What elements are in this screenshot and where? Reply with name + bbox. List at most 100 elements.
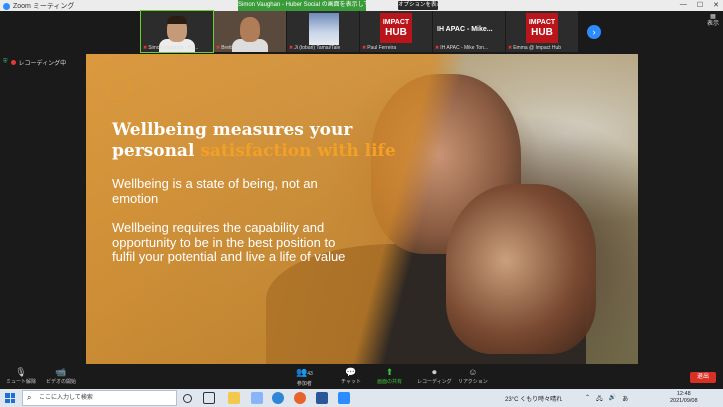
participant-name: ✖IH APAC - Mike Ton... xyxy=(435,45,503,51)
recording-icon xyxy=(10,60,16,65)
participant-tile[interactable]: ✖Brett Mail/Tel ... xyxy=(214,11,286,52)
clock-date: 2021/09/08 xyxy=(670,398,698,404)
cortana-icon[interactable] xyxy=(183,394,192,403)
window-controls: — ☐ ✕ xyxy=(680,1,719,9)
logo-line1: IMPACT xyxy=(528,19,556,26)
chevron-right-icon[interactable]: › xyxy=(587,25,601,39)
headline-highlight: satisfaction with life xyxy=(200,141,396,161)
mic-muted-icon: ✖ xyxy=(289,45,294,51)
participant-name-text: Simon Vaughan - Hu... xyxy=(148,45,199,51)
impact-hub-logo: IMPACT HUB xyxy=(526,13,558,43)
weather-widget[interactable]: 23°C くもり時々晴れ xyxy=(505,394,562,403)
shared-screen-slide: Wellbeing measures your personal satisfa… xyxy=(86,54,638,364)
view-options-button[interactable]: オプションを表示 xyxy=(398,1,438,10)
participant-tile[interactable]: ✖Ji (tobari) Tamai/Tale xyxy=(287,11,359,52)
maximize-button[interactable]: ☐ xyxy=(697,1,703,9)
chat-icon: 💬 xyxy=(345,367,357,377)
record-label: レコーディング xyxy=(417,379,452,385)
minimize-button[interactable]: — xyxy=(680,1,687,9)
mic-muted-icon: ✖ xyxy=(435,45,440,51)
taskbar-clock[interactable]: 12:48 2021/09/08 xyxy=(670,391,698,405)
participant-name-text: Emma @ Impact Hub xyxy=(513,45,562,51)
participant-name: ✖Simon Vaughan - Hu... xyxy=(143,45,211,51)
app-title: Zoom ミーティング xyxy=(3,1,74,11)
participant-tile[interactable]: IMPACT HUB ✖Emma @ Impact Hub xyxy=(506,11,578,52)
participant-tile[interactable]: ✖Simon Vaughan - Hu... xyxy=(140,10,214,53)
chat-button[interactable]: 💬 チャット xyxy=(341,367,361,385)
video-off-icon: 📹 xyxy=(55,367,67,377)
close-button[interactable]: ✕ xyxy=(713,1,719,9)
edge-icon[interactable] xyxy=(272,392,284,404)
participant-video xyxy=(240,17,260,42)
participant-tile[interactable]: IMPACT HUB ✖Paul Ferreira xyxy=(360,11,432,52)
meeting-toolbar: 🎙 ミュート解除 📹 ビデオの開始 👥43 参加者 💬 チャット ⬆ 画面の共有 ⏺ レコー… xyxy=(0,364,723,389)
start-video-button[interactable]: 📹 ビデオの開始 xyxy=(46,367,76,385)
clock-time: 12:48 xyxy=(676,391,691,397)
grid-icon: ▦ xyxy=(710,14,716,20)
slide-headline: Wellbeing measures your personal satisfa… xyxy=(112,120,412,162)
search-placeholder: ここに入力して検索 xyxy=(39,395,93,401)
orange-overlay xyxy=(86,54,638,364)
participant-display-name: IH APAC - Mike... xyxy=(437,26,493,33)
participant-name: ✖Emma @ Impact Hub xyxy=(508,45,576,51)
zoom-app-icon[interactable] xyxy=(338,392,350,404)
firefox-icon[interactable] xyxy=(294,392,306,404)
view-button[interactable]: ▦ 表示 xyxy=(707,14,719,28)
participant-strip: ✖Simon Vaughan - Hu... ✖Brett Mail/Tel .… xyxy=(0,10,723,54)
ime-icon[interactable]: あ xyxy=(622,394,628,404)
recording-label: レコーディング中 xyxy=(18,61,67,67)
window-titlebar: Zoom ミーティング Simon Vaughan - Huber Social… xyxy=(0,0,723,11)
mic-muted-icon: ✖ xyxy=(216,45,221,51)
circle-logo-icon xyxy=(106,76,130,100)
mic-muted-icon: ✖ xyxy=(143,45,148,51)
participant-video xyxy=(309,13,339,45)
logo-line2: HUB xyxy=(531,27,553,38)
task-view-icon[interactable] xyxy=(203,392,215,404)
start-video-label: ビデオの開始 xyxy=(46,379,77,385)
share-screen-button[interactable]: ⬆ 画面の共有 xyxy=(377,367,402,385)
zoom-logo-icon xyxy=(3,2,10,10)
microphone-muted-icon: 🎙 xyxy=(15,367,27,377)
logo-line2: HUB xyxy=(385,27,407,38)
record-icon: ⏺ xyxy=(432,367,437,377)
record-button[interactable]: ⏺ レコーディング xyxy=(417,367,452,385)
share-screen-icon: ⬆ xyxy=(385,367,394,377)
search-icon: ⌕ xyxy=(27,393,32,402)
smiley-icon: ☺ xyxy=(468,367,478,377)
slide-paragraph-2: Wellbeing requires the capability and op… xyxy=(112,220,346,264)
participant-name: ✖Ji (tobari) Tamai/Tale xyxy=(289,45,357,51)
shield-icon[interactable]: ⛨ xyxy=(3,59,8,66)
impact-hub-logo: IMPACT HUB xyxy=(380,13,412,43)
participant-tile[interactable]: IH APAC - Mike... ✖IH APAC - Mike Ton... xyxy=(433,11,505,52)
share-screen-label: 画面の共有 xyxy=(377,379,403,385)
slide-paragraph-1: Wellbeing is a state of being, not an em… xyxy=(112,176,318,206)
screen-share-banner: Simon Vaughan - Huber Social の画面を表示しています xyxy=(238,0,366,11)
word-icon[interactable] xyxy=(316,392,328,404)
unmute-button[interactable]: 🎙 ミュート解除 xyxy=(6,367,36,385)
file-explorer-icon[interactable] xyxy=(228,392,240,404)
windows-taskbar: ⌕ ここに入力して検索 23°C くもり時々晴れ ⌃ 🖧 🔊 あ 12:48 20… xyxy=(0,389,723,407)
mic-muted-icon: ✖ xyxy=(362,45,367,51)
mail-icon[interactable] xyxy=(251,392,263,404)
logo-line1: IMPACT xyxy=(382,19,410,26)
taskbar-search-input[interactable]: ⌕ ここに入力して検索 xyxy=(22,390,177,406)
participant-video xyxy=(167,16,187,24)
participant-name: ✖Brett Mail/Tel ... xyxy=(216,45,284,51)
participants-label: 参加者 xyxy=(296,381,312,387)
speaker-icon[interactable]: 🔊 xyxy=(609,394,616,404)
system-tray: ⌃ 🖧 🔊 あ xyxy=(585,394,628,404)
people-icon: 👥43 xyxy=(296,367,313,377)
reactions-button[interactable]: ☺ リアクション xyxy=(458,367,488,385)
network-icon[interactable]: 🖧 xyxy=(596,394,603,404)
view-label: 表示 xyxy=(706,21,719,27)
chat-label: チャット xyxy=(341,379,361,385)
chevron-up-icon[interactable]: ⌃ xyxy=(585,394,590,404)
app-title-text: Zoom ミーティング xyxy=(13,3,75,10)
participants-button[interactable]: 👥43 参加者 xyxy=(296,367,313,387)
leave-button[interactable]: 退出 xyxy=(690,372,716,383)
participants-count: 43 xyxy=(307,371,313,377)
mic-muted-icon: ✖ xyxy=(508,45,513,51)
participant-name-text: Paul Ferreira xyxy=(367,45,397,51)
participant-name: ✖Paul Ferreira xyxy=(362,45,430,51)
windows-start-icon[interactable] xyxy=(5,393,15,403)
